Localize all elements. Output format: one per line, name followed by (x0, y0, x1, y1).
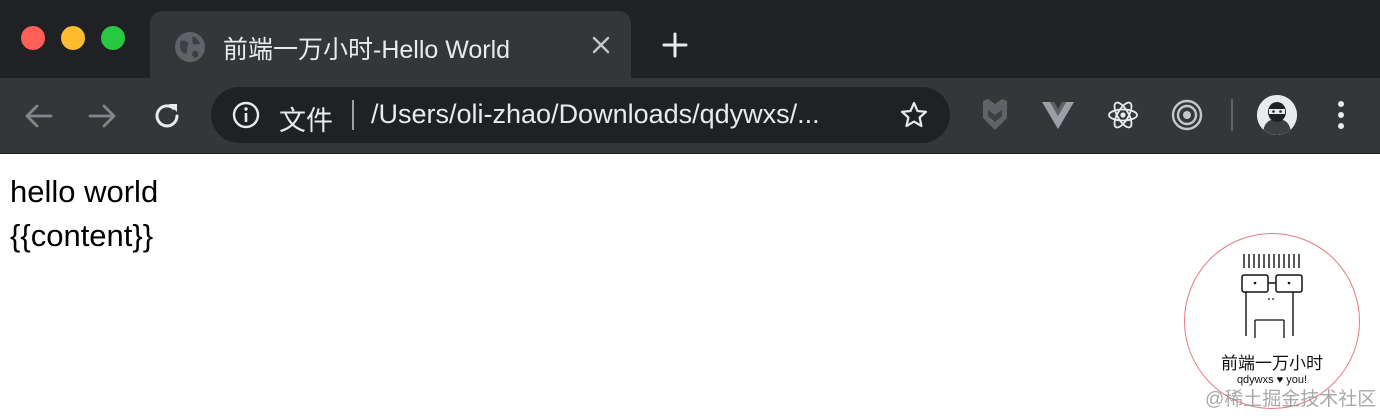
badge-title: 前端一万小时 (1221, 354, 1323, 374)
minimize-window-button[interactable] (61, 26, 85, 50)
arrow-right-icon (88, 104, 116, 128)
page-viewport: hello world {{content}} 前端一万小时 qdywxs ♥ … (0, 154, 1380, 420)
react-devtools-icon[interactable] (1104, 96, 1142, 134)
forward-button[interactable] (83, 97, 121, 135)
url-text[interactable]: /Users/oli-zhao/Downloads/qdywxs/... (371, 99, 820, 130)
watermark: @稀土掘金技术社区 (1205, 389, 1377, 410)
active-tab[interactable]: 前端一万小时-Hello World (150, 11, 631, 78)
address-bar[interactable]: 文件 /Users/oli-zhao/Downloads/qdywxs/... (211, 87, 950, 143)
profile-avatar[interactable] (1257, 95, 1297, 135)
kebab-menu-icon[interactable] (1329, 96, 1353, 134)
shield-extension-icon[interactable] (976, 96, 1014, 134)
toolbar: 文件 /Users/oli-zhao/Downloads/qdywxs/... (0, 78, 1380, 154)
close-window-button[interactable] (21, 26, 45, 50)
maximize-window-button[interactable] (101, 26, 125, 50)
page-text-line: hello world (10, 174, 159, 209)
toolbar-divider (1231, 99, 1233, 131)
globe-icon (174, 31, 206, 63)
target-extension-icon[interactable] (1168, 96, 1206, 134)
arrow-left-icon (25, 104, 53, 128)
omnibox-divider (352, 100, 354, 130)
info-icon[interactable] (231, 100, 261, 130)
scheme-label: 文件 (279, 106, 333, 136)
back-button[interactable] (20, 97, 58, 135)
vue-devtools-icon[interactable] (1039, 96, 1077, 134)
reload-button[interactable] (148, 97, 186, 135)
star-icon[interactable] (899, 100, 929, 130)
tab-title: 前端一万小时-Hello World (223, 36, 511, 64)
title-bar: 前端一万小时-Hello World (0, 0, 1380, 78)
close-tab-icon[interactable] (587, 31, 615, 59)
new-tab-button[interactable] (660, 30, 690, 60)
page-text-line: {{content}} (10, 218, 154, 253)
qdywxs-logo-badge: 前端一万小时 qdywxs ♥ you! (1184, 233, 1360, 409)
plus-icon (662, 32, 688, 58)
reload-icon (155, 104, 179, 128)
